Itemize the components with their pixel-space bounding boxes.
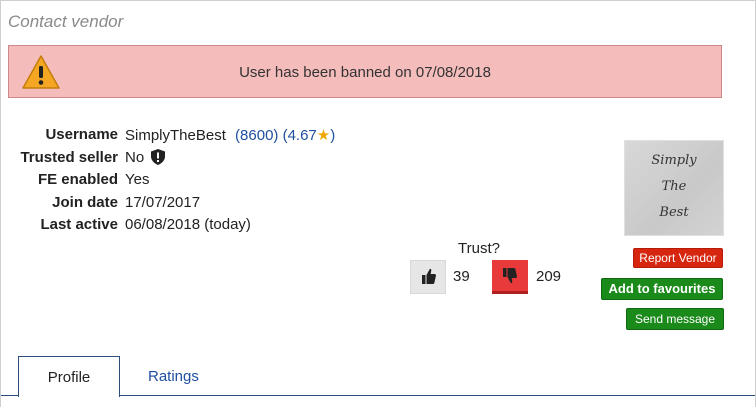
shield-icon	[151, 148, 166, 165]
trust-down-count: 209	[536, 268, 562, 285]
rating-count[interactable]: (8600)	[235, 127, 278, 144]
report-vendor-button[interactable]: Report Vendor	[633, 248, 723, 268]
trust-up-button[interactable]	[410, 260, 446, 294]
trust-down-button[interactable]	[492, 260, 528, 294]
thumbs-down-icon	[503, 268, 517, 284]
avatar-text-line: The	[661, 179, 687, 194]
avatar-text-line: Best	[659, 205, 689, 220]
trusted-seller-label: Trusted seller	[20, 148, 118, 166]
add-to-favourites-button[interactable]: Add to favourites	[601, 278, 723, 300]
join-date-value: 17/07/2017	[125, 193, 201, 211]
join-date-label: Join date	[52, 193, 118, 211]
fe-enabled-value: Yes	[125, 171, 150, 188]
thumbs-up-icon	[422, 268, 436, 284]
rating-close: )	[330, 127, 336, 144]
trusted-seller-value: No	[125, 148, 145, 166]
tab-ratings[interactable]: Ratings	[148, 368, 199, 385]
section-title: Contact vendor	[8, 12, 124, 31]
last-active-value: 06/08/2018 (today)	[125, 216, 251, 233]
tab-profile[interactable]: Profile	[18, 356, 120, 397]
vendor-avatar: Simply The Best	[624, 140, 724, 236]
avatar-text-line: Simply	[651, 153, 697, 168]
fe-enabled-label: FE enabled	[37, 171, 118, 188]
rating-score[interactable]: (4.67	[283, 127, 317, 144]
trust-up-count: 39	[453, 268, 470, 285]
star-icon: ★	[316, 127, 331, 144]
username-label: Username	[45, 126, 118, 143]
trust-question: Trust?	[458, 240, 500, 257]
last-active-label: Last active	[40, 216, 118, 233]
ban-alert: User has been banned on 07/08/2018	[8, 45, 722, 98]
send-message-button[interactable]: Send message	[626, 308, 724, 330]
username-value: SimplyTheBest	[125, 127, 226, 144]
ban-message: User has been banned on 07/08/2018	[239, 64, 491, 81]
